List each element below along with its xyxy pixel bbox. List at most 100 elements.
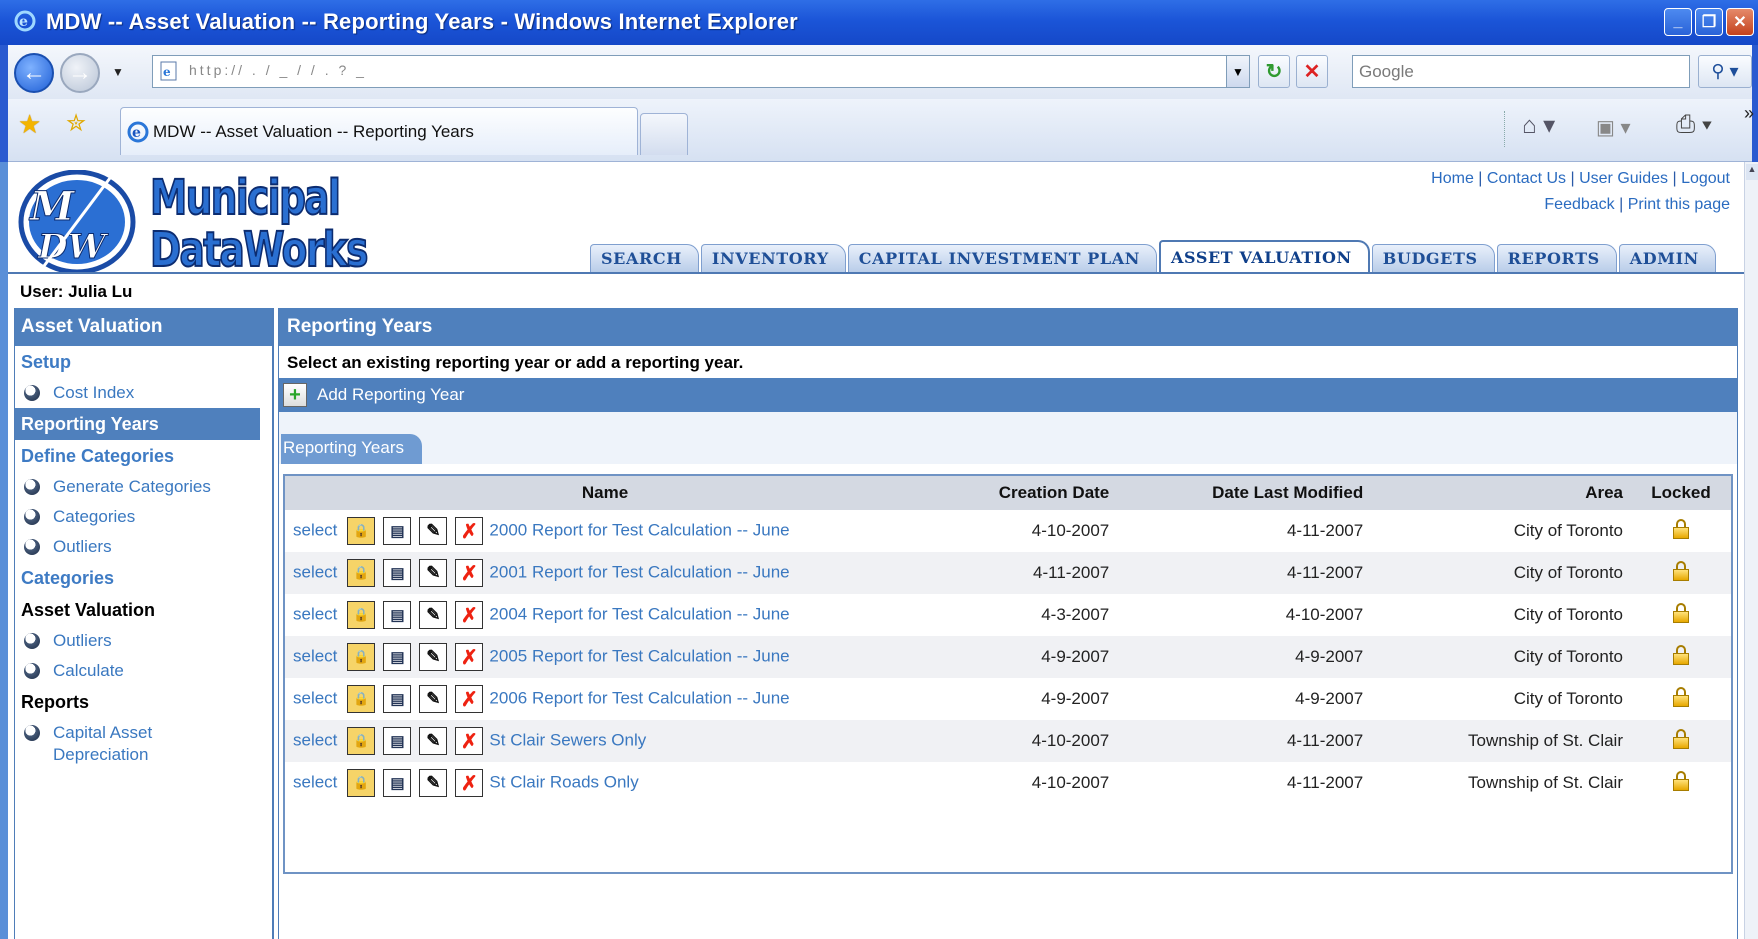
tab-budgets[interactable]: BUDGETS [1371, 244, 1495, 272]
delete-icon[interactable]: ✗ [455, 769, 484, 797]
print-page-link[interactable]: Print this page [1628, 196, 1730, 213]
sidebar-item-capital-asset-depreciation[interactable]: Capital Asset Depreciation [15, 718, 272, 770]
tab-asset-valuation[interactable]: ASSET VALUATION [1159, 240, 1370, 272]
report-name-link[interactable]: 2004 Report for Test Calculation -- June [489, 604, 789, 623]
browser-tab[interactable]: e MDW -- Asset Valuation -- Reporting Ye… [120, 107, 638, 155]
select-link[interactable]: select [293, 730, 337, 749]
select-link[interactable]: select [293, 604, 337, 623]
delete-icon[interactable]: ✗ [455, 517, 484, 545]
report-name-link[interactable]: 2001 Report for Test Calculation -- June [489, 562, 789, 581]
refresh-button[interactable]: ↻ [1258, 55, 1290, 88]
select-link[interactable]: select [293, 562, 337, 581]
sidebar-item-calculate[interactable]: Calculate [15, 656, 272, 686]
report-name-link[interactable]: St Clair Roads Only [489, 772, 638, 791]
scroll-up-icon[interactable]: ▲ [1746, 164, 1758, 180]
sidebar-item-categories[interactable]: Categories [15, 502, 272, 532]
edit-icon[interactable]: ✎ [419, 643, 448, 671]
browser-chrome: ← → ▼ e http:// . / _ / / . ? _ ▼ ↻ ✕ Go… [0, 45, 1758, 162]
site-logo-text[interactable]: Municipal DataWorks [149, 171, 369, 278]
copy-icon[interactable]: ▤ [383, 643, 412, 671]
creation-date-cell: 4-10-2007 [925, 720, 1118, 762]
edit-icon[interactable]: ✎ [419, 685, 448, 713]
report-name-link[interactable]: St Clair Sewers Only [489, 730, 646, 749]
edit-icon[interactable]: ✎ [419, 769, 448, 797]
sidebar-item-cost-index[interactable]: Cost Index [15, 378, 272, 408]
close-window-button[interactable]: ✕ [1726, 8, 1754, 36]
delete-icon[interactable]: ✗ [455, 601, 484, 629]
address-bar[interactable]: e http:// . / _ / / . ? _ [152, 55, 1236, 88]
logout-link[interactable]: Logout [1681, 170, 1730, 187]
lock-icon[interactable]: 🔒 [347, 601, 376, 629]
add-reporting-year-button[interactable]: + Add Reporting Year [279, 378, 1737, 412]
column-header-locked: Locked [1631, 476, 1731, 510]
report-name-link[interactable]: 2000 Report for Test Calculation -- June [489, 520, 789, 539]
copy-icon[interactable]: ▤ [383, 727, 412, 755]
tab-capital-investment-plan[interactable]: CAPITAL INVESTMENT PLAN [847, 244, 1157, 272]
select-link[interactable]: select [293, 646, 337, 665]
lock-icon[interactable]: 🔒 [347, 727, 376, 755]
report-name-link[interactable]: 2005 Report for Test Calculation -- June [489, 646, 789, 665]
delete-icon[interactable]: ✗ [455, 643, 484, 671]
tab-admin[interactable]: ADMIN [1618, 244, 1716, 272]
lock-icon[interactable]: 🔒 [347, 685, 376, 713]
sidebar-item-outliers[interactable]: Outliers [15, 532, 272, 562]
copy-icon[interactable]: ▤ [383, 685, 412, 713]
user-guides-link[interactable]: User Guides [1579, 170, 1668, 187]
more-chevron-icon[interactable]: » [1744, 103, 1754, 124]
report-name-link[interactable]: 2006 Report for Test Calculation -- June [489, 688, 789, 707]
delete-icon[interactable]: ✗ [455, 727, 484, 755]
sidebar-section-define-categories[interactable]: Define Categories [15, 440, 272, 472]
select-link[interactable]: select [293, 520, 337, 539]
search-button[interactable]: ⚲ ▾ [1698, 55, 1752, 88]
tab-search[interactable]: SEARCH [590, 244, 699, 272]
new-tab-button[interactable] [640, 113, 688, 155]
lock-icon[interactable]: 🔒 [347, 769, 376, 797]
copy-icon[interactable]: ▤ [383, 517, 412, 545]
window-title: MDW -- Asset Valuation -- Reporting Year… [46, 9, 798, 34]
print-icon[interactable]: ⎙ ▾ [1676, 111, 1712, 139]
contact-us-link[interactable]: Contact Us [1487, 170, 1566, 187]
sidebar-item-generate-categories[interactable]: Generate Categories [15, 472, 272, 502]
add-favorites-icon[interactable]: ✮ [66, 109, 86, 138]
lock-icon[interactable]: 🔒 [347, 559, 376, 587]
search-input[interactable]: Google [1352, 55, 1690, 88]
sidebar-section-categories[interactable]: Categories [15, 562, 272, 594]
select-link[interactable]: select [293, 772, 337, 791]
copy-icon[interactable]: ▤ [383, 769, 412, 797]
svg-text:M: M [28, 183, 76, 230]
tab-inventory[interactable]: INVENTORY [700, 244, 846, 272]
lock-icon[interactable]: 🔒 [347, 517, 376, 545]
sidebar-section-asset-valuation: Asset Valuation [21, 600, 156, 620]
tab-reports[interactable]: REPORTS [1496, 244, 1617, 272]
address-dropdown-icon[interactable]: ▼ [1226, 55, 1250, 88]
edit-icon[interactable]: ✎ [419, 517, 448, 545]
home-link[interactable]: Home [1431, 170, 1474, 187]
page-scrollbar[interactable]: ▲ [1744, 162, 1758, 939]
copy-icon[interactable]: ▤ [383, 601, 412, 629]
logo-line-dataworks: DataWorks [149, 222, 369, 278]
locked-cell [1631, 594, 1731, 636]
favorites-star-icon[interactable]: ★ [18, 109, 41, 140]
home-icon[interactable]: ⌂ ▾ [1522, 111, 1555, 140]
history-dropdown-icon[interactable]: ▼ [112, 65, 124, 79]
lock-icon[interactable]: 🔒 [347, 643, 376, 671]
minimize-button[interactable]: _ [1664, 8, 1692, 36]
tab-reporting-years[interactable]: Reporting Years [281, 434, 422, 464]
copy-icon[interactable]: ▤ [383, 559, 412, 587]
sidebar-section-reporting-years[interactable]: Reporting Years [15, 408, 260, 440]
locked-cell [1631, 762, 1731, 804]
sidebar-section-setup[interactable]: Setup [15, 346, 272, 378]
edit-icon[interactable]: ✎ [419, 559, 448, 587]
feeds-icon[interactable]: ▣ ▾ [1596, 115, 1631, 140]
sidebar-item-valuation-outliers[interactable]: Outliers [15, 626, 272, 656]
edit-icon[interactable]: ✎ [419, 727, 448, 755]
delete-icon[interactable]: ✗ [455, 559, 484, 587]
edit-icon[interactable]: ✎ [419, 601, 448, 629]
delete-icon[interactable]: ✗ [455, 685, 484, 713]
stop-button[interactable]: ✕ [1296, 55, 1328, 88]
restore-button[interactable]: ❐ [1695, 8, 1723, 36]
forward-button[interactable]: → [60, 53, 100, 93]
back-button[interactable]: ← [14, 53, 54, 93]
feedback-link[interactable]: Feedback [1544, 196, 1614, 213]
select-link[interactable]: select [293, 688, 337, 707]
